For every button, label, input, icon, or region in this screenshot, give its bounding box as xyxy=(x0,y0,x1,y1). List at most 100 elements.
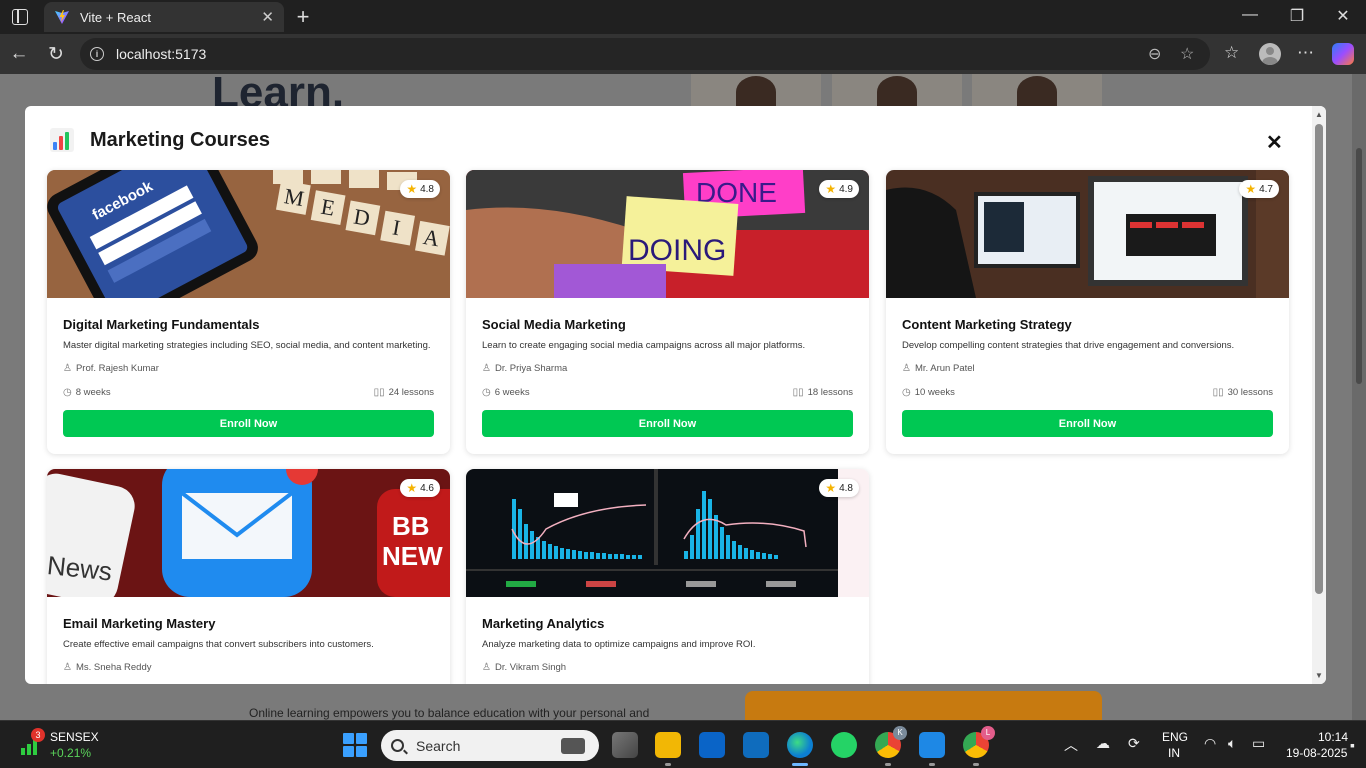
new-tab-button[interactable]: + xyxy=(292,4,314,30)
clock-icon: ◷ xyxy=(482,387,491,398)
user-icon: ♙ xyxy=(482,363,491,374)
whatsapp-icon[interactable] xyxy=(831,732,857,758)
clock-icon: ◷ xyxy=(63,387,72,398)
svg-text:DOING: DOING xyxy=(628,234,726,267)
notification-badge: 3 xyxy=(31,728,45,742)
course-card[interactable]: ★ 4.7 Content Marketing Strategy Develop … xyxy=(886,170,1289,454)
scroll-up-arrow-icon[interactable]: ▲ xyxy=(1315,110,1323,119)
courses-modal: Marketing Courses ✕ facebook M E D I A ★… xyxy=(25,106,1326,684)
browser-tab-bar: Vite + React ✕ + — ❐ ✕ xyxy=(0,0,1366,34)
modal-scrollbar[interactable]: ▲ ▼ xyxy=(1312,106,1326,684)
background-photo xyxy=(691,74,821,108)
course-image: ★ 4.8 xyxy=(466,469,869,597)
chrome-icon[interactable]: L xyxy=(963,726,995,766)
language-region[interactable]: IN xyxy=(1168,746,1180,760)
minimize-button[interactable]: — xyxy=(1240,6,1260,24)
enroll-button[interactable]: Enroll Now xyxy=(482,410,853,437)
enroll-button[interactable]: Enroll Now xyxy=(902,410,1273,437)
copilot-icon[interactable] xyxy=(1332,43,1354,65)
more-menu-icon[interactable]: ⋯ xyxy=(1297,43,1314,63)
course-title: Marketing Analytics xyxy=(482,616,605,631)
clock-date[interactable]: 19-08-2025 xyxy=(1286,746,1347,760)
background-photo xyxy=(972,74,1102,108)
course-card[interactable]: ★ 4.8 Marketing Analytics Analyze marketi… xyxy=(466,469,869,684)
notification-bell-icon[interactable]: ▪ xyxy=(1350,737,1355,753)
site-info-icon[interactable]: i xyxy=(90,47,104,61)
user-icon: ♙ xyxy=(63,662,72,673)
widget-name[interactable]: SENSEX xyxy=(50,730,99,744)
course-duration: ◷ 10 weeks xyxy=(902,387,955,398)
course-description: Master digital marketing strategies incl… xyxy=(63,340,431,351)
wifi-icon[interactable]: ◠ xyxy=(1204,735,1216,752)
volume-icon[interactable]: 🔈︎ xyxy=(1228,735,1236,752)
chevron-up-icon[interactable]: ︿ xyxy=(1064,735,1078,755)
battery-icon[interactable]: ▭ xyxy=(1252,735,1265,752)
course-description: Develop compelling content strategies th… xyxy=(902,340,1235,351)
zoom-icon[interactable]: ⊖ xyxy=(1148,44,1161,64)
clock-time[interactable]: 10:14 xyxy=(1318,730,1348,744)
scroll-down-arrow-icon[interactable]: ▼ xyxy=(1315,671,1323,680)
star-icon: ★ xyxy=(1245,182,1257,196)
background-paragraph: Online learning empowers you to balance … xyxy=(249,706,650,720)
start-button[interactable] xyxy=(343,733,367,757)
window-close-button[interactable]: ✕ xyxy=(1333,6,1353,26)
restore-button[interactable]: ❐ xyxy=(1287,6,1307,26)
modal-close-button[interactable]: ✕ xyxy=(1266,130,1283,155)
task-view-icon[interactable] xyxy=(612,732,638,758)
language-code[interactable]: ENG xyxy=(1162,730,1188,744)
profile-avatar[interactable] xyxy=(1259,43,1281,65)
tab-title: Vite + React xyxy=(80,9,151,25)
address-bar[interactable]: i localhost:5173 ⊖ ☆ xyxy=(80,38,1210,70)
favorite-star-icon[interactable]: ☆ xyxy=(1180,44,1194,64)
tab-close-button[interactable]: ✕ xyxy=(261,8,274,26)
book-icon: ▯▯ xyxy=(373,387,385,398)
back-arrow-icon[interactable]: ← xyxy=(8,43,30,65)
course-instructor: ♙ Dr. Priya Sharma xyxy=(482,363,568,374)
course-description: Analyze marketing data to optimize campa… xyxy=(482,639,756,650)
course-instructor: ♙ Ms. Sneha Reddy xyxy=(63,662,152,673)
chrome-profile-badge: K xyxy=(893,726,907,740)
taskbar-search[interactable]: Search xyxy=(381,730,599,761)
chrome-icon[interactable]: K xyxy=(875,726,907,766)
browser-tab[interactable]: Vite + React ✕ xyxy=(44,2,284,32)
course-title: Content Marketing Strategy xyxy=(902,317,1072,332)
page-scrollbar[interactable] xyxy=(1352,74,1366,720)
favorites-icon[interactable]: ☆ xyxy=(1224,43,1239,63)
course-instructor: ♙ Dr. Vikram Singh xyxy=(482,662,567,673)
search-highlight-icon xyxy=(561,738,585,754)
rating-badge: ★ 4.6 xyxy=(400,479,440,497)
vite-logo-icon xyxy=(55,10,69,24)
modal-header: Marketing Courses xyxy=(50,128,270,152)
course-image: News BB NEW ★ 4.6 xyxy=(47,469,450,597)
book-icon: ▯▯ xyxy=(1212,387,1224,398)
browser-toolbar: ← ↻ i localhost:5173 ⊖ ☆ ☆ ⋯ xyxy=(0,34,1366,74)
course-title: Digital Marketing Fundamentals xyxy=(63,317,260,332)
microsoft-store-icon[interactable] xyxy=(699,732,725,758)
course-card[interactable]: facebook M E D I A ★ 4.8 Digital Marketi… xyxy=(47,170,450,454)
star-icon: ★ xyxy=(825,182,837,196)
clock-icon: ◷ xyxy=(902,387,911,398)
background-card xyxy=(745,691,1102,720)
modal-scroll-thumb[interactable] xyxy=(1315,124,1323,594)
course-lessons: ▯▯ 24 lessons xyxy=(373,387,434,398)
outlook-icon[interactable] xyxy=(743,732,769,758)
course-image: DONE DOING ★ 4.9 xyxy=(466,170,869,298)
user-icon: ♙ xyxy=(902,363,911,374)
edge-icon[interactable] xyxy=(787,732,813,766)
enroll-button[interactable]: Enroll Now xyxy=(63,410,434,437)
search-placeholder: Search xyxy=(416,737,461,754)
onedrive-cloud-icon[interactable]: ☁ xyxy=(1096,735,1110,752)
tab-actions-icon[interactable] xyxy=(12,9,28,25)
course-card[interactable]: DONE DOING ★ 4.9 Social Media Marketing L… xyxy=(466,170,869,454)
sync-icon[interactable]: ⟳ xyxy=(1128,735,1140,752)
course-card[interactable]: News BB NEW ★ 4.6 Email Marketing Mastery… xyxy=(47,469,450,684)
book-icon: ▯▯ xyxy=(792,387,804,398)
star-icon: ★ xyxy=(825,481,837,495)
refresh-icon[interactable]: ↻ xyxy=(45,43,67,66)
course-duration: ◷ 8 weeks xyxy=(63,387,111,398)
file-explorer-icon[interactable] xyxy=(655,732,681,766)
search-icon xyxy=(391,739,404,752)
widget-value[interactable]: +0.21% xyxy=(50,746,91,760)
course-image: ★ 4.7 xyxy=(886,170,1289,298)
vscode-icon[interactable] xyxy=(919,732,945,766)
